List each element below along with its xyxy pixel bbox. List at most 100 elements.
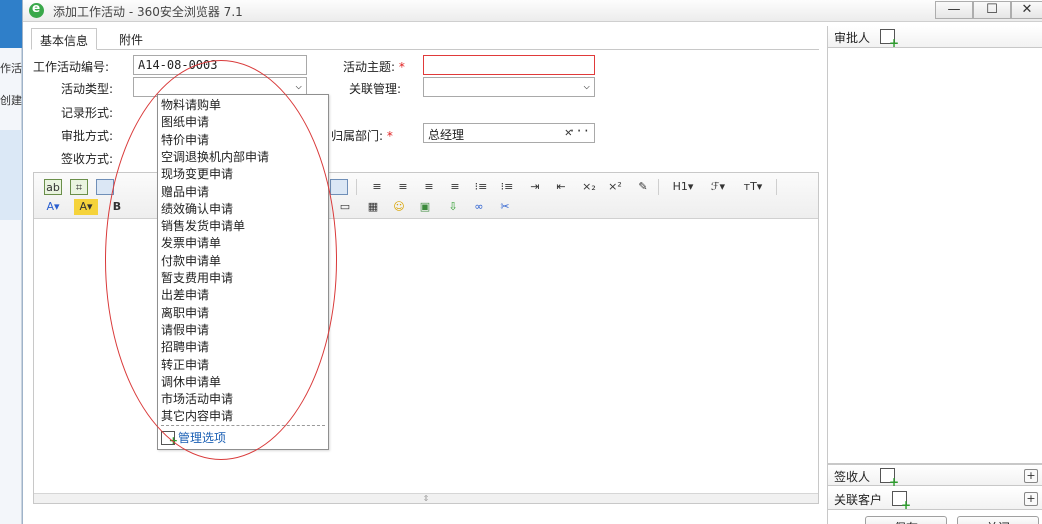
subject-label: 活动主题: * <box>343 58 405 75</box>
indent-icon[interactable]: ⇥ <box>526 179 544 195</box>
title-bar: 添加工作活动 - 360安全浏览器 7.1 — ☐ ✕ <box>23 0 1042 22</box>
add-receiver-icon[interactable] <box>880 468 899 489</box>
expand-customer-button[interactable]: + <box>1024 492 1038 506</box>
dropdown-option[interactable]: 出差申请 <box>161 287 209 304</box>
superscript-icon[interactable]: ×² <box>606 179 624 195</box>
rich-text-editor[interactable]: ab ⌗ ≡ ≡ ≡ ≡ ⁝≡ ⁝≡ ⇥ ⇤ ×₂ ×² ✎ H1▾ ℱ▾ тT… <box>33 172 819 504</box>
receiver-header: 签收人 + <box>828 464 1042 489</box>
approval-mode-label: 审批方式: <box>61 129 114 143</box>
align-center-icon[interactable]: ≡ <box>394 179 412 195</box>
toolbar-separator <box>658 179 659 195</box>
heading-icon[interactable]: H1▾ <box>668 179 698 195</box>
table-icon[interactable]: ▦ <box>364 199 382 215</box>
chevron-down-icon: ⌵ <box>295 79 302 92</box>
add-approver-icon[interactable] <box>880 29 899 50</box>
background-text: 作活 <box>0 62 22 75</box>
subject-label-text: 活动主题: <box>343 60 396 74</box>
subscript-icon[interactable]: ×₂ <box>580 179 598 195</box>
activity-type-label: 活动类型: <box>61 82 114 96</box>
approver-header: 审批人 <box>828 26 1042 50</box>
background-text: 创建 <box>0 94 22 107</box>
minimize-button[interactable]: — <box>935 1 973 19</box>
chevron-down-icon: ⌵ <box>583 79 590 92</box>
dropdown-option[interactable]: 空调退换机内部申请 <box>161 149 269 166</box>
approver-list <box>828 48 1042 464</box>
dropdown-option[interactable]: 图纸申请 <box>161 114 209 131</box>
align-right-icon[interactable]: ≡ <box>420 179 438 195</box>
dropdown-option[interactable]: 离职申请 <box>161 305 209 322</box>
highlight-color-icon[interactable]: A▾ <box>74 199 98 215</box>
manage-options-link[interactable]: 管理选项 <box>161 429 226 450</box>
dropdown-option[interactable]: 付款申请单 <box>161 253 221 270</box>
activity-no-label: 工作活动编号: <box>33 60 110 74</box>
customer-label: 关联客户 <box>834 493 883 507</box>
outdent-icon[interactable]: ⇤ <box>552 179 570 195</box>
more-icon[interactable]: ··· <box>568 124 590 138</box>
expand-receiver-button[interactable]: + <box>1024 469 1038 483</box>
maximize-button[interactable]: ☐ <box>973 1 1011 19</box>
editor-resize-handle[interactable]: ⇕ <box>34 493 818 503</box>
dropdown-option[interactable]: 赠品申请 <box>161 184 209 201</box>
background-selection <box>0 130 22 220</box>
emoticon-icon[interactable]: ☺ <box>390 199 408 215</box>
source-icon[interactable]: ab <box>44 179 62 195</box>
dropdown-option[interactable]: 绩效确认申请 <box>161 201 233 218</box>
paste-text-icon[interactable] <box>330 179 348 195</box>
image-icon[interactable]: ▣ <box>416 199 434 215</box>
toolbar-separator <box>776 179 777 195</box>
dept-label-text: 归属部门: <box>331 129 384 143</box>
dropdown-option[interactable]: 销售发货申请单 <box>161 218 245 235</box>
toolbar-separator <box>356 179 357 195</box>
related-mgmt-select[interactable]: ⌵ <box>423 77 595 97</box>
subject-input[interactable] <box>423 55 595 75</box>
dropdown-option[interactable]: 调休申请单 <box>161 374 221 391</box>
fullscreen-icon[interactable]: ⌗ <box>70 179 88 195</box>
font-family-icon[interactable]: ℱ▾ <box>706 179 730 195</box>
dropdown-option[interactable]: 现场变更申请 <box>161 166 233 183</box>
tab-attachments[interactable]: 附件 <box>111 28 151 50</box>
dropdown-option[interactable]: 物料请购单 <box>161 97 221 114</box>
related-mgmt-label: 关联管理: <box>349 82 402 96</box>
unordered-list-icon[interactable]: ⁝≡ <box>498 179 516 195</box>
add-customer-icon[interactable] <box>892 491 911 512</box>
ordered-list-icon[interactable]: ⁝≡ <box>472 179 490 195</box>
activity-no-field[interactable]: A14-08-0003 <box>133 55 307 75</box>
insert-row-icon[interactable]: ⇩ <box>444 199 462 215</box>
browser-logo-icon <box>29 1 44 18</box>
dialog-window: 添加工作活动 - 360安全浏览器 7.1 — ☐ ✕ 基本信息 附件 工作活动… <box>22 0 1042 524</box>
align-justify-icon[interactable]: ≡ <box>446 179 464 195</box>
link-icon[interactable]: ∞ <box>470 199 488 215</box>
close-button[interactable]: 关闭 <box>957 516 1039 524</box>
dropdown-option[interactable]: 请假申请 <box>161 322 209 339</box>
dropdown-option[interactable]: 市场活动申请 <box>161 391 233 408</box>
customer-header: 关联客户 + <box>828 488 1042 512</box>
video-icon[interactable]: ▭ <box>336 199 354 215</box>
close-window-button[interactable]: ✕ <box>1011 1 1042 19</box>
approver-label: 审批人 <box>834 31 871 45</box>
dropdown-option[interactable]: 转正申请 <box>161 357 209 374</box>
required-mark: * <box>398 60 405 74</box>
tab-bar: 基本信息 附件 <box>31 28 819 50</box>
dropdown-option[interactable]: 特价申请 <box>161 132 209 149</box>
tab-basic-info[interactable]: 基本信息 <box>31 28 98 50</box>
align-left-icon[interactable]: ≡ <box>368 179 386 195</box>
dropdown-option[interactable]: 招聘申请 <box>161 339 209 356</box>
template-icon[interactable] <box>96 179 114 195</box>
dept-value: 总经理 <box>428 128 465 142</box>
dropdown-option[interactable]: 暂支费用申请 <box>161 270 233 287</box>
dept-label: 归属部门: * <box>331 127 393 144</box>
receipt-mode-label: 签收方式: <box>61 152 114 166</box>
save-button[interactable]: 保存 <box>865 516 947 524</box>
font-color-icon[interactable]: A▾ <box>42 199 64 215</box>
dropdown-separator <box>161 425 325 426</box>
clear-format-icon[interactable]: ✎ <box>634 179 652 195</box>
window-title: 添加工作活动 - 360安全浏览器 7.1 <box>53 5 243 19</box>
background-app: 作活 创建 <box>0 0 22 524</box>
dept-field[interactable]: 总经理 ✕ ··· <box>423 123 595 143</box>
font-size-icon[interactable]: тT▾ <box>738 179 768 195</box>
dropdown-option[interactable]: 其它内容申请 <box>161 408 233 425</box>
background-header <box>0 0 22 48</box>
unlink-icon[interactable]: ✂ <box>496 199 514 215</box>
bold-icon[interactable]: B <box>108 199 126 215</box>
dropdown-option[interactable]: 发票申请单 <box>161 235 221 252</box>
